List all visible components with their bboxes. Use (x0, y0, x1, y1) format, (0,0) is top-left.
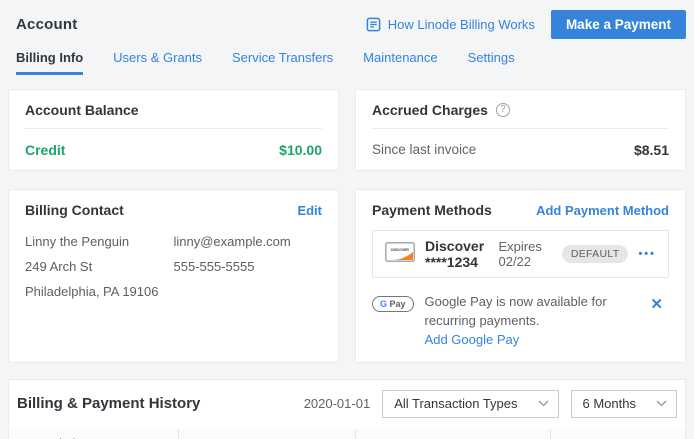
tab-users-grants[interactable]: Users & Grants (113, 50, 202, 75)
accrued-charges-title: Accrued Charges (372, 102, 488, 118)
account-page: Account How Linode Billing Works Make a … (0, 0, 694, 439)
billing-contact-card: Billing Contact Edit Linny the Penguin 2… (8, 189, 339, 363)
edit-contact-link[interactable]: Edit (297, 203, 322, 218)
tab-service-transfers[interactable]: Service Transfers (232, 50, 333, 75)
payment-method-menu-icon[interactable]: ••• (638, 248, 656, 260)
column-header-description[interactable]: Description (9, 429, 178, 439)
svg-text:DISCOVER: DISCOVER (391, 248, 409, 252)
google-pay-icon: G Pay (372, 296, 414, 312)
tab-settings[interactable]: Settings (468, 50, 515, 75)
contact-phone: 555-555-5555 (174, 259, 323, 274)
billing-history-title: Billing & Payment History (17, 395, 200, 412)
billing-contact-header: Billing Contact Edit (25, 202, 322, 218)
payment-method-row: DISCOVER Discover ****1234 Expires 02/22… (372, 230, 669, 278)
discover-card-icon: DISCOVER (385, 242, 415, 267)
add-google-pay-link[interactable]: Add Google Pay (425, 332, 520, 347)
account-balance-row: Credit $10.00 (25, 142, 322, 158)
billing-contact-title: Billing Contact (25, 202, 124, 218)
contact-name: Linny the Penguin (25, 234, 174, 249)
payment-methods-card: Payment Methods Add Payment Method DISCO… (355, 189, 686, 363)
column-header-amount[interactable]: Amount (355, 429, 550, 439)
column-header-date[interactable]: Date (178, 429, 355, 439)
payment-method-label: Discover ****1234 (425, 238, 486, 270)
help-link-label: How Linode Billing Works (388, 17, 535, 32)
payment-method-expiry: Expires 02/22 (498, 239, 541, 269)
header-actions: How Linode Billing Works Make a Payment (366, 10, 686, 39)
document-icon (366, 17, 381, 32)
tab-billing-info[interactable]: Billing Info (16, 50, 83, 75)
account-balance-card: Account Balance Credit $10.00 (8, 89, 339, 171)
transaction-type-select[interactable]: All Transaction Types (382, 390, 558, 418)
add-payment-method-link[interactable]: Add Payment Method (536, 203, 669, 218)
date-filter[interactable]: 2020-01-01 (304, 396, 371, 411)
balance-amount: $10.00 (279, 142, 322, 158)
contact-email: linny@example.com (174, 234, 323, 249)
page-header: Account How Linode Billing Works Make a … (0, 0, 694, 38)
tab-maintenance[interactable]: Maintenance (363, 50, 437, 75)
summary-cards-row: Account Balance Credit $10.00 Accrued Ch… (8, 89, 686, 171)
how-billing-works-link[interactable]: How Linode Billing Works (366, 17, 535, 32)
google-pay-text: Google Pay is now available for recurrin… (425, 293, 634, 350)
chevron-down-icon (656, 400, 667, 407)
accrued-charges-title-row: Accrued Charges ? (372, 102, 669, 118)
detail-cards-row: Billing Contact Edit Linny the Penguin 2… (8, 189, 686, 363)
google-pay-banner: G Pay Google Pay is now available for re… (372, 293, 669, 350)
close-icon[interactable]: ✕ (644, 293, 669, 315)
divider (25, 128, 322, 129)
range-value: 6 Months (583, 396, 636, 411)
account-tabs: Billing Info Users & Grants Service Tran… (0, 50, 694, 75)
contact-address-column: Linny the Penguin 249 Arch St Philadelph… (25, 234, 174, 309)
contact-address2: Philadelphia, PA 19106 (25, 284, 174, 299)
help-icon[interactable]: ? (496, 103, 510, 117)
accrued-label: Since last invoice (372, 142, 476, 158)
billing-history-controls: 2020-01-01 All Transaction Types 6 Month… (304, 390, 677, 418)
accrued-amount: $8.51 (634, 142, 669, 158)
default-badge: DEFAULT (562, 245, 629, 263)
page-title: Account (16, 16, 77, 33)
payment-methods-header: Payment Methods Add Payment Method (372, 202, 669, 218)
billing-history-table: Description Date Amount Invoice #0001234… (9, 429, 685, 439)
balance-label: Credit (25, 142, 65, 158)
billing-history-panel: Billing & Payment History 2020-01-01 All… (8, 379, 686, 439)
make-payment-button[interactable]: Make a Payment (551, 10, 686, 39)
column-header-actions (550, 429, 685, 439)
contact-details: Linny the Penguin 249 Arch St Philadelph… (25, 234, 322, 309)
account-balance-title: Account Balance (25, 102, 322, 118)
contact-reach-column: linny@example.com 555-555-5555 (174, 234, 323, 309)
google-pay-message: Google Pay is now available for recurrin… (425, 293, 634, 331)
chevron-down-icon (538, 400, 549, 407)
divider (372, 128, 669, 129)
range-select[interactable]: 6 Months (571, 390, 677, 418)
table-header-row: Description Date Amount (9, 429, 685, 439)
accrued-charges-card: Accrued Charges ? Since last invoice $8.… (355, 89, 686, 171)
billing-history-header: Billing & Payment History 2020-01-01 All… (9, 380, 685, 418)
accrued-charges-row: Since last invoice $8.51 (372, 142, 669, 158)
payment-methods-title: Payment Methods (372, 202, 492, 218)
transaction-type-value: All Transaction Types (394, 396, 517, 411)
contact-address1: 249 Arch St (25, 259, 174, 274)
